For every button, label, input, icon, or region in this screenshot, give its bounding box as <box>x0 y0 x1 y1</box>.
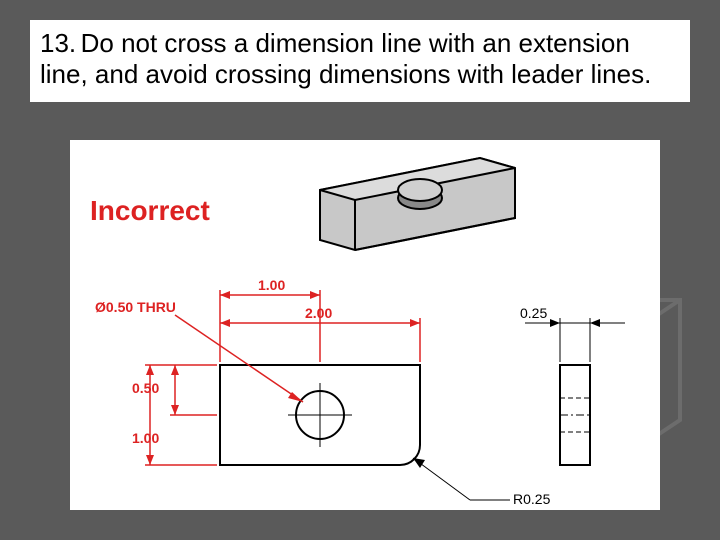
isometric-block <box>320 158 515 250</box>
rule-number: 13. <box>40 28 76 58</box>
front-view <box>220 365 422 467</box>
dim-radius: R0.25 <box>513 491 551 507</box>
black-dimensions: 0.25 R0.25 <box>413 305 625 507</box>
red-dimensions: 1.00 2.00 0.50 1.00 Ø0.50 THRU <box>95 277 420 465</box>
side-view <box>560 365 590 465</box>
dim-height-1: 0.50 <box>132 380 159 396</box>
rule-heading: 13. Do not cross a dimension line with a… <box>30 20 690 102</box>
dim-thru: Ø0.50 THRU <box>95 299 176 315</box>
technical-drawing: 1.00 2.00 0.50 1.00 Ø0.50 THRU <box>70 140 660 510</box>
dim-width-2: 2.00 <box>305 305 332 321</box>
dim-height-2: 1.00 <box>132 430 159 446</box>
dim-width-1: 1.00 <box>258 277 285 293</box>
rule-text: Do not cross a dimension line with an ex… <box>40 28 651 89</box>
figure-panel: Incorrect <box>70 140 660 510</box>
dim-thickness: 0.25 <box>520 305 547 321</box>
